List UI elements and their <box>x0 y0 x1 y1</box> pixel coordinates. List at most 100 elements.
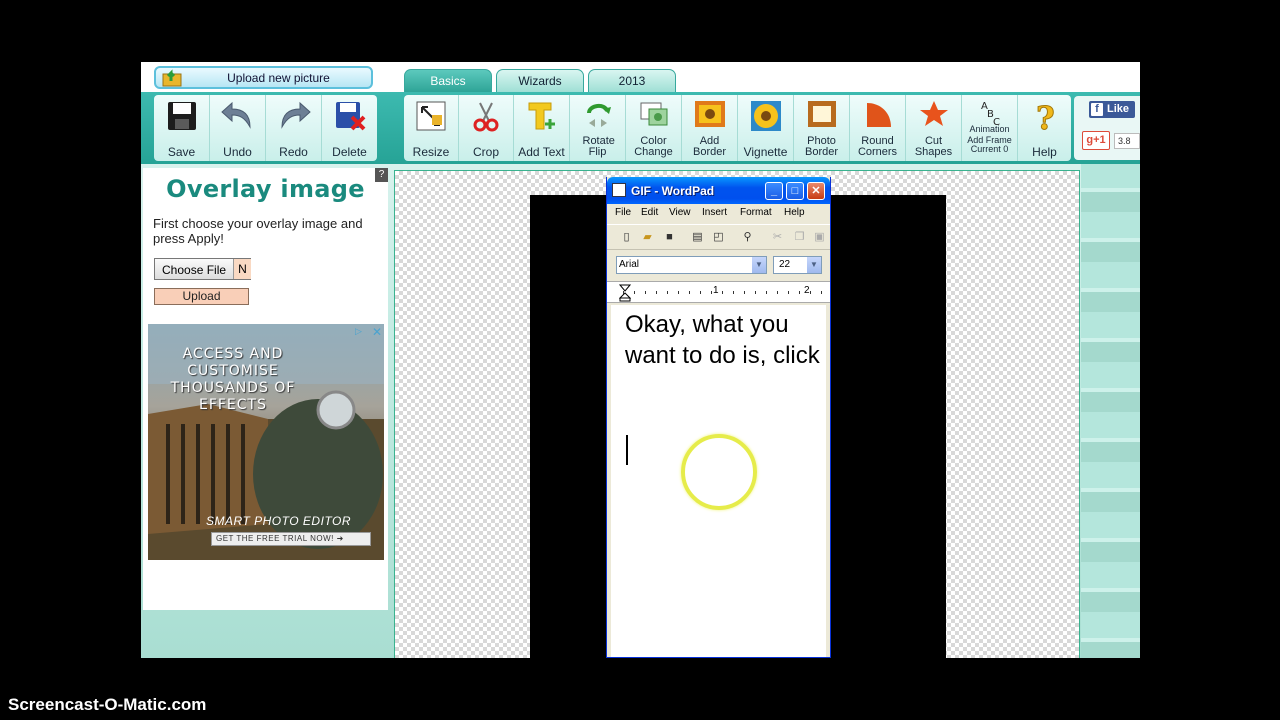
undo-label: Undo <box>223 145 252 159</box>
resize-label: Resize <box>412 145 450 159</box>
wordpad-toolbar: ▯ ▰ ■ ▤ ◰ ⚲ ✂ ❐ ▣ <box>607 224 830 250</box>
upload-button[interactable]: Upload <box>154 288 249 305</box>
text-t-icon <box>528 102 555 130</box>
current-frame-label: Current 0 <box>970 144 1009 154</box>
add-border-label: Add Border <box>692 135 727 158</box>
toolbar-band: Save Undo Redo Delete Resize Crop Add Te… <box>141 92 1140 164</box>
redo-arrow-icon <box>280 101 311 129</box>
font-size-select[interactable]: 22 ▼ <box>773 256 822 274</box>
resize-button[interactable]: Resize <box>404 95 459 161</box>
rotate-flip-button[interactable]: Rotate Flip <box>570 95 626 161</box>
close-icon[interactable]: ✕ <box>807 182 825 200</box>
save-disk-icon[interactable]: ■ <box>663 231 676 243</box>
menu-insert[interactable]: Insert <box>702 207 727 218</box>
maximize-icon[interactable]: □ <box>786 182 804 200</box>
wordpad-ruler[interactable]: 1 2 <box>607 281 830 303</box>
ad-brand: SMART PHOTO EDITOR <box>206 514 352 528</box>
screen: Upload new picture Basics Wizards 2013 S… <box>0 0 1280 720</box>
chevron-down-icon[interactable]: ▼ <box>806 257 821 273</box>
color-change-button[interactable]: Color Change <box>626 95 682 161</box>
cut-shapes-button[interactable]: Cut Shapes <box>906 95 962 161</box>
redo-button[interactable]: Redo <box>266 95 322 161</box>
tab-wizards[interactable]: Wizards <box>496 69 584 92</box>
wordpad-menubar: File Edit View Insert Format Help <box>607 204 830 222</box>
menu-edit[interactable]: Edit <box>641 207 658 218</box>
rotate-flip-label: Rotate Flip <box>582 135 615 158</box>
cut-shapes-label: Cut Shapes <box>914 135 953 158</box>
vignette-button[interactable]: Vignette <box>738 95 794 161</box>
cursor-highlight-ring <box>681 434 757 510</box>
frame-icon <box>807 101 836 127</box>
facebook-like-button[interactable]: f Like <box>1089 101 1135 118</box>
tab-basics[interactable]: Basics <box>404 69 492 92</box>
social-share-box: f Like g+1 3.8 <box>1074 96 1140 160</box>
google-plus-count: 3.8 <box>1114 133 1140 149</box>
choose-file-label: Choose File <box>162 263 227 277</box>
undo-button[interactable]: Undo <box>210 95 266 161</box>
menu-format[interactable]: Format <box>740 207 772 218</box>
ad-info-icon[interactable]: ▷ <box>355 326 367 338</box>
no-file-status: N <box>233 259 251 279</box>
round-corners-button[interactable]: Round Corners <box>850 95 906 161</box>
color-change-icon <box>640 102 667 126</box>
ad-cta-button[interactable]: GET THE FREE TRIAL NOW! ➜ <box>211 532 371 546</box>
print-icon[interactable]: ▤ <box>691 231 704 243</box>
cut-icon[interactable]: ✂ <box>771 231 784 243</box>
sunflower-border-icon <box>694 101 725 127</box>
animation-label: Animation <box>969 124 1010 134</box>
delete-button[interactable]: Delete <box>322 95 377 161</box>
upload-new-picture-button[interactable]: Upload new picture <box>154 66 373 89</box>
facebook-icon: f <box>1091 103 1103 116</box>
new-document-icon[interactable]: ▯ <box>620 231 633 243</box>
ruler-ticks <box>623 291 823 294</box>
crop-label: Crop <box>472 145 499 159</box>
chevron-down-icon[interactable]: ▼ <box>751 257 766 273</box>
overlay-instructions: First choose your overlay image and pres… <box>153 216 363 246</box>
wordpad-app-icon <box>612 183 626 197</box>
wordpad-format-bar: Arial ▼ 22 ▼ <box>607 251 830 279</box>
sunflower-icon <box>750 101 781 131</box>
delete-disk-icon <box>335 102 365 131</box>
tools-toolbar-group: Resize Crop Add Text Rotate Flip Color C… <box>404 95 1071 161</box>
rotate-icon <box>586 104 611 127</box>
save-label: Save <box>167 145 196 159</box>
menu-help[interactable]: Help <box>784 207 805 218</box>
redo-label: Redo <box>279 145 308 159</box>
copy-icon[interactable]: ❐ <box>793 231 806 243</box>
save-button[interactable]: Save <box>154 95 210 161</box>
print-preview-icon[interactable]: ◰ <box>712 231 725 243</box>
font-size-value: 22 <box>779 259 791 270</box>
animation-button[interactable]: A B C Animation Add Frame Current 0 <box>962 95 1018 161</box>
help-label: Help <box>1032 145 1057 159</box>
add-text-button[interactable]: Add Text <box>514 95 570 161</box>
help-button[interactable]: ? Help <box>1018 95 1071 161</box>
open-folder-icon[interactable]: ▰ <box>641 231 654 243</box>
font-select[interactable]: Arial ▼ <box>616 256 767 274</box>
add-border-button[interactable]: Add Border <box>682 95 738 161</box>
photo-border-button[interactable]: Photo Border <box>794 95 850 161</box>
photo-border-label: Photo Border <box>804 135 839 158</box>
wordpad-titlebar[interactable]: GIF - WordPad _ □ ✕ <box>607 177 830 204</box>
close-ad-icon[interactable]: ✕ <box>372 325 382 339</box>
scissors-icon <box>473 102 499 132</box>
menu-view[interactable]: View <box>669 207 691 218</box>
minimize-icon[interactable]: _ <box>765 182 783 200</box>
round-corner-icon <box>866 103 891 127</box>
google-plus-button[interactable]: g+1 <box>1082 131 1110 150</box>
round-corners-label: Round Corners <box>857 135 898 158</box>
question-icon: ? <box>1035 99 1055 133</box>
resize-icon <box>416 101 446 131</box>
find-binoculars-icon[interactable]: ⚲ <box>741 231 754 243</box>
paste-icon[interactable]: ▣ <box>813 231 826 243</box>
panel-title: Overlay image <box>166 175 365 203</box>
crop-button[interactable]: Crop <box>459 95 514 161</box>
advertisement[interactable]: ✕ ▷ ACCESS AND CUSTOMISE THOUSANDS OF EF… <box>148 324 384 560</box>
ad-headline: ACCESS AND CUSTOMISE THOUSANDS OF EFFECT… <box>170 346 296 413</box>
menu-file[interactable]: File <box>615 207 631 218</box>
tab-2013[interactable]: 2013 <box>588 69 676 92</box>
choose-file-button[interactable]: Choose File N <box>154 258 251 280</box>
background-stripes <box>1081 162 1140 658</box>
abc-icon: A B C <box>981 101 1000 127</box>
add-text-label: Add Text <box>518 145 565 159</box>
vignette-label: Vignette <box>743 145 788 159</box>
